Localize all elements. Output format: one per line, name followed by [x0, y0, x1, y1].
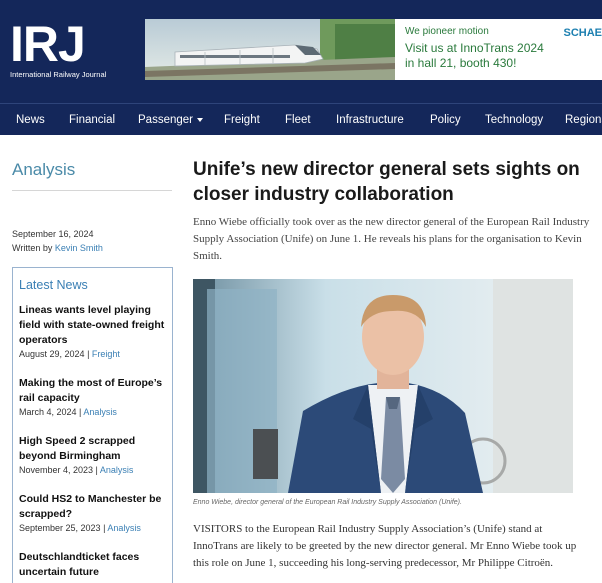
- chevron-down-icon: [196, 117, 203, 122]
- author-link[interactable]: Kevin Smith: [55, 243, 103, 253]
- latest-news-date: November 4, 2023: [19, 465, 94, 475]
- advert-line-2: in hall 21, booth 430!: [405, 56, 517, 70]
- latest-news-category[interactable]: Analysis: [107, 523, 141, 533]
- nav-freight[interactable]: Freight: [224, 114, 260, 126]
- article-byline: Written by Kevin Smith: [12, 243, 103, 253]
- advert-text: We pioneer motion Visit us at InnoTrans …: [405, 26, 544, 71]
- latest-news-category[interactable]: Analysis: [100, 465, 134, 475]
- latest-news-title: Latest News: [19, 278, 88, 292]
- latest-news-headline[interactable]: Could HS2 to Manchester be scrapped?: [19, 492, 169, 522]
- nav-policy[interactable]: Policy: [430, 114, 461, 126]
- latest-news-item[interactable]: Could HS2 to Manchester be scrapped? Sep…: [19, 492, 169, 533]
- main-nav: News Financial Passenger Freight Fleet I…: [0, 103, 602, 135]
- site-logo[interactable]: IRJ International Railway Journal: [10, 16, 120, 79]
- latest-news-meta: November 4, 2023 | Analysis: [19, 465, 134, 475]
- latest-news-category[interactable]: Freight: [92, 349, 120, 359]
- latest-news-meta: August 29, 2024 | Freight: [19, 349, 120, 359]
- article-standfirst: Enno Wiebe officially took over as the n…: [193, 216, 590, 262]
- article-photo: [193, 279, 573, 493]
- latest-news-headline[interactable]: Lineas wants level playing field with st…: [19, 303, 169, 348]
- nav-passenger[interactable]: Passenger: [138, 114, 203, 126]
- nav-financial[interactable]: Financial: [69, 114, 115, 126]
- nav-fleet[interactable]: Fleet: [285, 114, 311, 126]
- byline-prefix: Written by: [12, 243, 53, 253]
- advert-line-1: Visit us at InnoTrans 2024: [405, 41, 544, 55]
- latest-news-date: August 29, 2024: [19, 349, 85, 359]
- latest-news-headline[interactable]: Deutschlandticket faces uncertain future: [19, 550, 169, 580]
- nav-regions[interactable]: Regions: [565, 114, 602, 126]
- latest-news-meta: March 4, 2024 | Analysis: [19, 407, 117, 417]
- latest-news-headline[interactable]: High Speed 2 scrapped beyond Birmingham: [19, 434, 169, 464]
- photo-caption: Enno Wiebe, director general of the Euro…: [193, 499, 462, 506]
- article-date: September 16, 2024: [12, 229, 94, 239]
- nav-passenger-label: Passenger: [138, 114, 193, 126]
- advert-banner[interactable]: We pioneer motion Visit us at InnoTrans …: [145, 19, 602, 80]
- logo-wordmark: IRJ: [10, 16, 86, 72]
- article-body: VISITORS to the European Rail Industry S…: [193, 523, 577, 569]
- advert-tagline: We pioneer motion: [405, 26, 489, 37]
- latest-news-headline[interactable]: Making the most of Europe’s rail capacit…: [19, 376, 169, 406]
- article-headline: Unife’s new director general sets sights…: [193, 159, 580, 205]
- latest-news-meta: September 25, 2023 | Analysis: [19, 523, 141, 533]
- latest-news-item[interactable]: Deutschlandticket faces uncertain future: [19, 550, 169, 580]
- nav-technology[interactable]: Technology: [485, 114, 543, 126]
- latest-news-date: March 4, 2024: [19, 407, 77, 417]
- site-header: IRJ International Railway Journal We pio…: [0, 0, 602, 103]
- section-divider: [12, 190, 172, 191]
- latest-news-item[interactable]: Making the most of Europe’s rail capacit…: [19, 376, 169, 417]
- nav-news[interactable]: News: [16, 114, 45, 126]
- nav-infrastructure[interactable]: Infrastructure: [336, 114, 404, 126]
- latest-news-category[interactable]: Analysis: [83, 407, 117, 417]
- latest-news-date: September 25, 2023: [19, 523, 101, 533]
- latest-news-panel: Latest News Lineas wants level playing f…: [12, 267, 173, 583]
- train-image: [145, 19, 395, 80]
- advert-brand: SCHAE: [563, 27, 602, 39]
- logo-subtitle: International Railway Journal: [10, 70, 107, 79]
- latest-news-item[interactable]: High Speed 2 scrapped beyond Birmingham …: [19, 434, 169, 475]
- section-title[interactable]: Analysis: [12, 160, 75, 180]
- latest-news-item[interactable]: Lineas wants level playing field with st…: [19, 303, 169, 359]
